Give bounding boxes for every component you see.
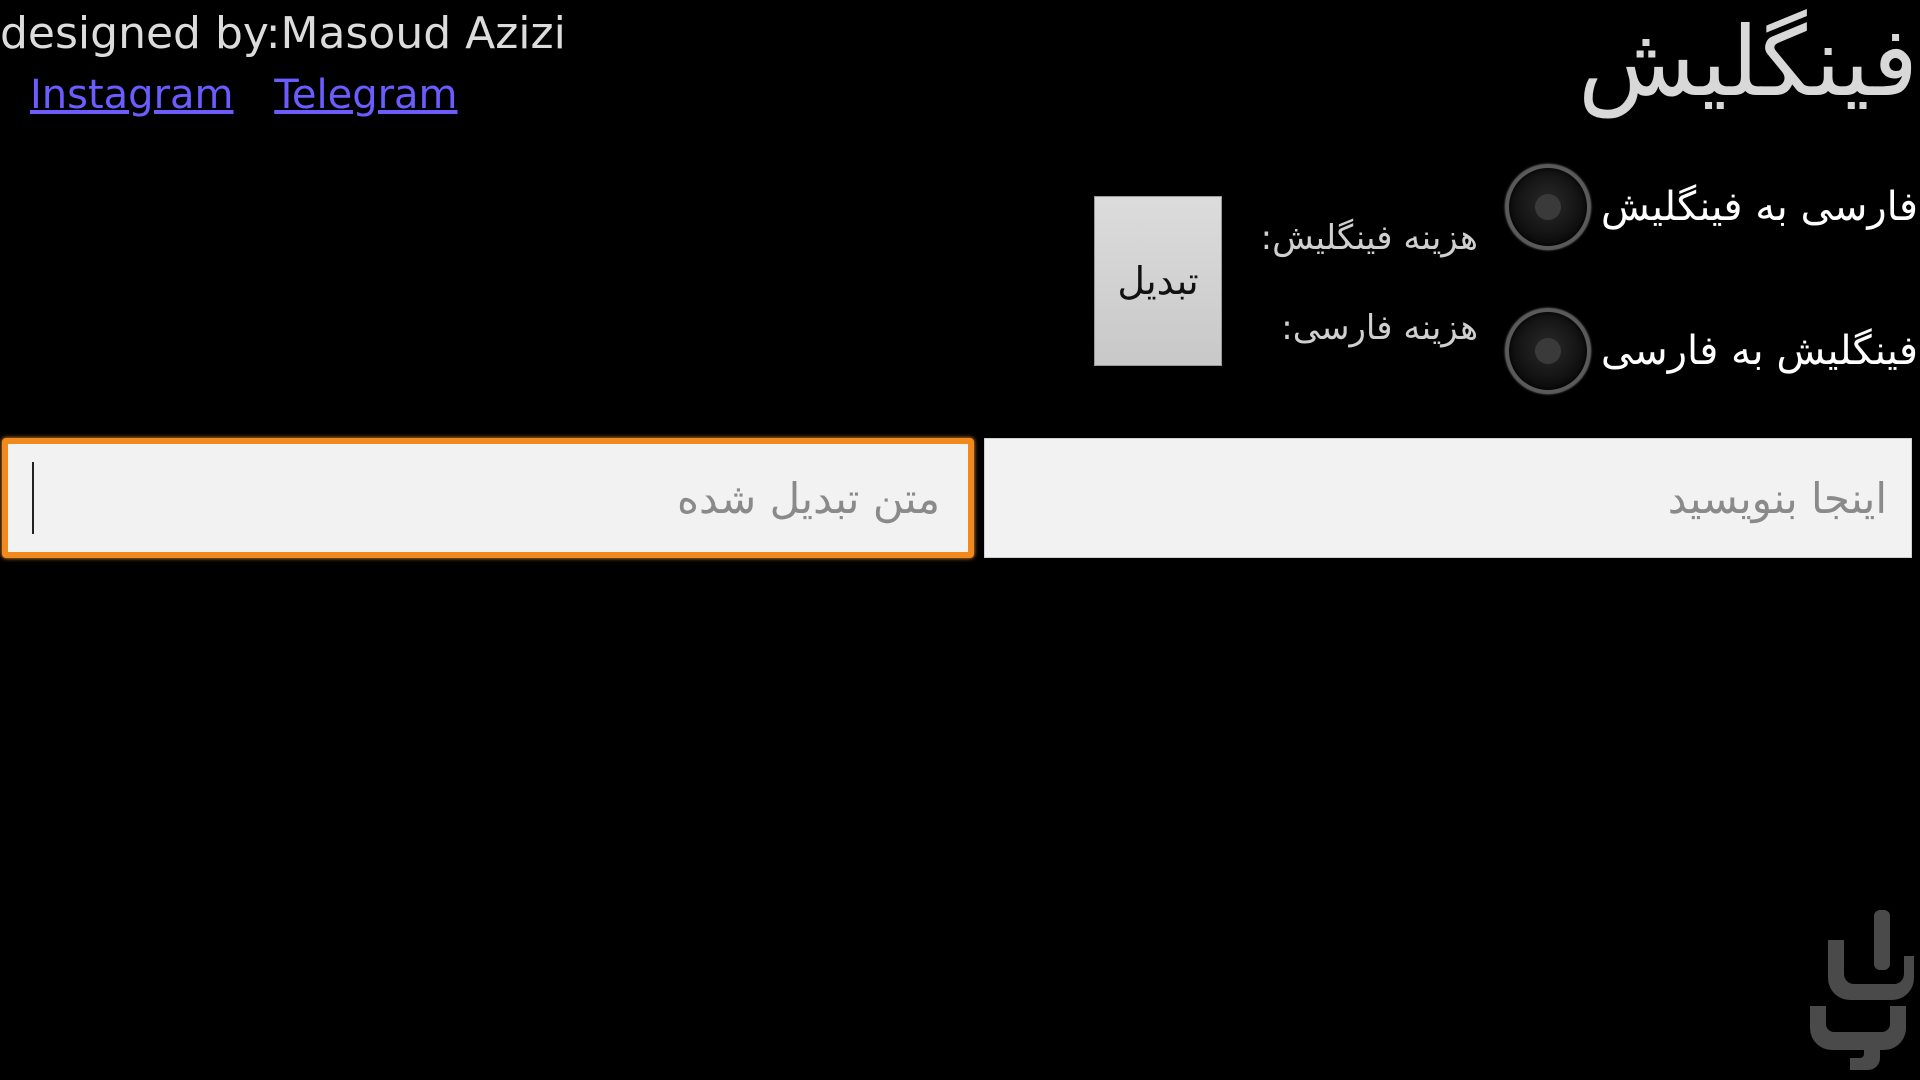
option-finglish-to-fa[interactable]: فینگلیش به فارسی [1504,308,1918,394]
output-text-field[interactable]: متن تبدیل شده [2,438,974,558]
app-screen: designed by:Masoud Azizi Instagram Teleg… [0,0,1920,1080]
telegram-link[interactable]: Telegram [274,72,457,118]
fa-to-finglish-radio[interactable] [1504,164,1591,250]
output-placeholder: متن تبدیل شده [677,473,940,523]
option-fa-to-finglish[interactable]: فارسی به فینگلیش [1504,164,1918,250]
instagram-link[interactable]: Instagram [30,72,234,118]
input-placeholder: اینجا بنویسید [1667,473,1887,523]
finglish-to-fa-radio[interactable] [1504,308,1591,394]
finglish-cost-label: هزینه فینگلیش: [1260,218,1478,258]
convert-button[interactable]: تبدیل [1094,196,1222,366]
designer-credit: designed by:Masoud Azizi [0,8,566,59]
option-fa-to-finglish-label: فارسی به فینگلیش [1600,184,1918,230]
store-logo-icon [1810,910,1914,1070]
option-finglish-to-fa-label: فینگلیش به فارسی [1600,328,1918,374]
farsi-cost-label: هزینه فارسی: [1281,308,1478,348]
app-title: فینگلیش [1578,6,1918,118]
text-caret [32,462,34,534]
social-links: Instagram Telegram [30,72,486,118]
input-text-field[interactable]: اینجا بنویسید [984,438,1912,558]
